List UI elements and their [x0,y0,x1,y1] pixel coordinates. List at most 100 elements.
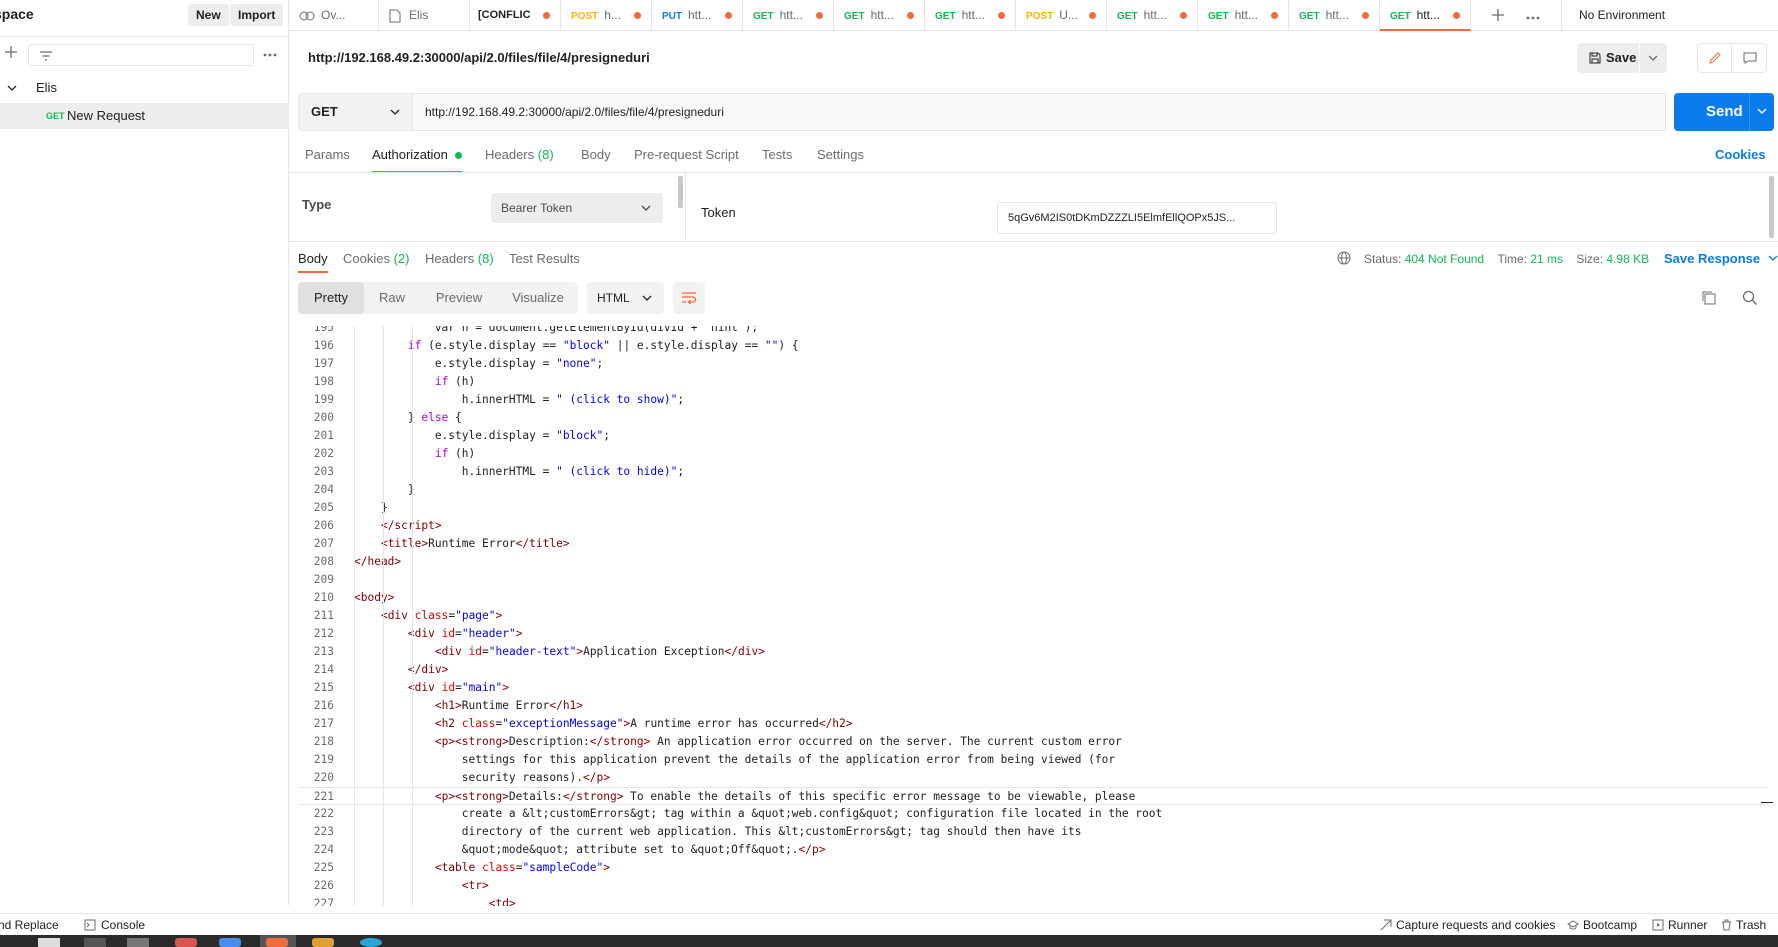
tab-overview[interactable]: Ov... [289,0,379,31]
url-input[interactable]: http://192.168.49.2:30000/api/2.0/files/… [413,93,1666,131]
more-options-icon[interactable] [262,48,278,57]
save-options-button[interactable] [1640,43,1667,73]
code-line: 198 if (h) [298,373,1768,391]
app-icon[interactable] [84,938,106,947]
view-visualize[interactable]: Visualize [498,282,578,314]
tab-options-icon[interactable] [1525,11,1541,20]
tab-request[interactable]: PUT htt... [652,0,743,31]
request-row[interactable]: GET New Request [0,103,289,129]
divider [0,36,289,37]
tab-request[interactable]: GET htt... [743,0,834,31]
save-icon [1589,52,1601,64]
app-icon[interactable] [312,938,334,947]
edit-mode-button[interactable] [1698,44,1732,72]
tab-request-active[interactable]: GET htt... [1380,0,1471,31]
tab-request[interactable]: GET htt... [1198,0,1289,31]
filter-input[interactable] [28,44,254,66]
collection-name: Elis [36,80,57,95]
app-icon[interactable] [38,938,60,947]
response-tab-cookies[interactable]: Cookies (2) [343,251,409,273]
environment-selector[interactable]: No Environment [1579,8,1665,22]
format-select[interactable]: HTML [587,282,664,314]
postman-app-icon[interactable] [266,938,288,947]
view-raw[interactable]: Raw [364,282,420,314]
code-line: 220 security reasons).</p> [298,769,1768,787]
app-icon[interactable] [360,938,382,947]
save-response-button[interactable]: Save Response [1664,251,1778,266]
workspace-title[interactable]: space [0,6,34,22]
tab-tests[interactable]: Tests [762,147,792,173]
code-text: </script> [354,517,442,535]
request-method: GET [46,111,65,121]
request-breadcrumb[interactable]: http://192.168.49.2:30000/api/2.0/files/… [308,50,650,65]
tab-elis[interactable]: Elis [379,0,470,31]
response-tab-test-results[interactable]: Test Results [509,251,580,273]
tab-request[interactable]: GET htt... [1107,0,1198,31]
line-number: 226 [313,879,334,892]
trash-button[interactable]: Trash [1721,918,1766,932]
runner-button[interactable]: Runner [1652,918,1707,932]
copy-icon[interactable] [1701,290,1717,306]
wrap-lines-button[interactable] [673,282,705,314]
size-value[interactable]: 4.98 KB [1606,252,1649,266]
line-number: 203 [313,465,334,478]
console-button[interactable]: Console [84,918,145,932]
app-icon[interactable] [127,938,149,947]
cookies-link[interactable]: Cookies [1715,147,1766,162]
tab-body[interactable]: Body [581,147,611,173]
runner-icon [1652,919,1664,931]
tab-request[interactable]: POST U... [1016,0,1107,31]
tab-settings[interactable]: Settings [817,147,864,173]
collection-row[interactable]: Elis [0,75,289,101]
response-tab-body[interactable]: Body [298,251,328,273]
bootcamp-button[interactable]: Bootcamp [1567,918,1637,932]
request-name: New Request [67,108,146,123]
tab-request[interactable]: GET htt... [925,0,1016,31]
new-tab-plus-icon[interactable] [1491,8,1505,22]
response-code-editor[interactable]: 195 var h = document.getElementById(divI… [298,326,1768,906]
token-input[interactable]: 5qGv6M2IS0tDKmDZZZLI5ElmfEllQOPx5JS... [997,202,1277,234]
plus-icon[interactable] [4,45,18,59]
tab-request[interactable]: GET htt... [1289,0,1380,31]
tab-request[interactable]: GET htt... [834,0,925,31]
app-icon[interactable] [175,938,197,947]
response-tab-headers[interactable]: Headers (8) [425,251,494,273]
scrollbar-thumb[interactable] [678,176,683,208]
time-value[interactable]: 21 ms [1530,252,1563,266]
view-toggle [1697,43,1767,73]
chevron-down-icon[interactable] [1757,108,1767,115]
new-button[interactable]: New [188,4,229,26]
capture-requests-button[interactable]: Capture requests and cookies [1380,918,1555,932]
code-text: <h2 class="exceptionMessage">A runtime e… [434,717,853,730]
indent-guide [354,326,355,906]
comments-button[interactable] [1733,44,1767,72]
code-text: <td> [488,897,516,906]
search-icon[interactable] [1742,290,1758,306]
line-number: 205 [313,501,334,514]
send-button[interactable]: Send [1674,93,1774,131]
tab-authorization[interactable]: Authorization [372,147,462,173]
import-button[interactable]: Import [230,4,284,26]
view-preview[interactable]: Preview [420,282,498,314]
status-value[interactable]: 404 Not Found [1405,252,1484,266]
save-button[interactable]: Save [1577,43,1639,73]
code-text: } [354,483,415,496]
chevron-down-icon [1768,255,1778,261]
tab-params[interactable]: Params [305,147,350,173]
tab-request[interactable]: POST h... [561,0,652,31]
token-label: Token [701,205,736,220]
tab-headers[interactable]: Headers (8) [485,147,554,173]
line-number: 213 [313,645,334,658]
method-select[interactable]: GET [298,93,413,131]
code-line: 226 <tr> [298,877,1768,895]
scrollbar-thumb[interactable] [1769,176,1774,238]
unsaved-dot [1271,12,1278,19]
auth-type-select[interactable]: Bearer Token [491,193,663,223]
globe-icon[interactable] [1337,251,1351,265]
app-icon[interactable] [219,938,241,947]
tab-conflict[interactable]: [CONFLIC [470,0,561,31]
view-pretty[interactable]: Pretty [298,282,364,314]
tab-pre-request-script[interactable]: Pre-request Script [634,147,739,173]
find-replace-button[interactable]: nd Replace [0,918,59,932]
console-icon [84,919,96,931]
